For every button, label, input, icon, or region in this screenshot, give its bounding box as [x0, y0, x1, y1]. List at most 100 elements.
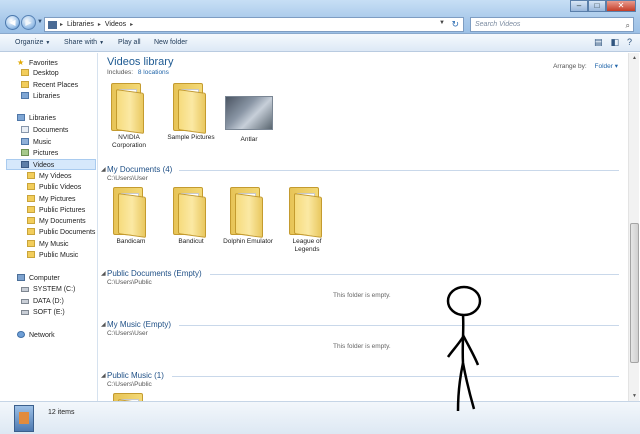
minimize-button[interactable]: – — [570, 0, 588, 12]
breadcrumb-videos[interactable]: Videos — [105, 21, 126, 28]
breadcrumb-libraries[interactable]: Libraries — [67, 21, 94, 28]
close-button[interactable]: ✕ — [606, 0, 636, 12]
window-controls: – □ ✕ — [570, 0, 636, 12]
breadcrumb-separator-icon[interactable]: ▸ — [60, 21, 63, 28]
preview-pane-icon[interactable]: ◧ — [610, 37, 619, 48]
sidebar-item-label: Public Pictures — [39, 207, 86, 214]
arrange-by-dropdown[interactable]: Folder ▾ — [594, 63, 618, 70]
sidebar-item-drive-e[interactable]: SOFT (E:) — [21, 307, 65, 318]
sidebar-item-public-pictures[interactable]: Public Pictures — [27, 205, 85, 216]
recent-pages-dropdown-icon[interactable]: ▼ — [37, 19, 43, 25]
vertical-scrollbar[interactable]: ▲ ▼ — [628, 53, 639, 401]
address-bar[interactable]: ▸ Libraries ▸ Videos ▸ ▼ ↻ — [44, 17, 464, 32]
group-public-music[interactable]: ◢ Public Music (1) C:\Users\Public — [101, 371, 619, 388]
sidebar-item-my-music[interactable]: My Music — [27, 239, 69, 250]
maximize-button[interactable]: □ — [588, 0, 606, 12]
stick-figure-head — [446, 285, 482, 317]
sidebar-item-pictures[interactable]: Pictures — [21, 148, 58, 159]
breadcrumb-separator-icon[interactable]: ▸ — [130, 21, 133, 28]
locations-link[interactable]: 8 locations — [138, 69, 169, 76]
arrange-by-value: Folder — [594, 63, 613, 70]
group-my-music[interactable]: ◢ My Music (Empty) C:\Users\User This fo… — [101, 320, 619, 354]
search-icon[interactable]: ⌕ — [626, 19, 630, 32]
folder-item[interactable]: Bandicut — [165, 187, 217, 246]
folder-icon — [289, 187, 325, 238]
folder-icon — [27, 206, 35, 213]
group-divider — [210, 274, 619, 275]
library-includes: Includes: 8 locations — [107, 69, 169, 76]
sidebar-item-favorites[interactable]: ★ Favorites — [17, 57, 58, 68]
play-all-button[interactable]: Play all — [118, 39, 141, 46]
sidebar-item-label: My Pictures — [39, 196, 76, 203]
group-divider — [179, 325, 619, 326]
sidebar-item-music[interactable]: Music — [21, 137, 51, 148]
folder-item[interactable]: NVIDIA Corporation — [103, 83, 155, 150]
sidebar-item-drive-c[interactable]: SYSTEM (C:) — [21, 284, 75, 295]
collapse-icon[interactable]: ◢ — [101, 270, 106, 277]
chevron-down-icon: ▼ — [45, 40, 51, 46]
drive-icon — [21, 310, 29, 315]
sidebar-item-network[interactable]: Network — [17, 330, 55, 341]
breadcrumb-separator-icon[interactable]: ▸ — [98, 21, 101, 28]
search-placeholder: Search Videos — [475, 21, 521, 28]
videos-icon — [21, 161, 29, 168]
sidebar-item-my-videos[interactable]: My Videos — [27, 171, 72, 182]
stick-figure-right-arm — [461, 334, 480, 366]
scrollbar-thumb[interactable] — [630, 223, 639, 363]
computer-icon — [17, 274, 25, 281]
pictures-icon — [21, 149, 29, 156]
sidebar-item-documents[interactable]: Documents — [21, 125, 68, 136]
back-button[interactable]: ◀ — [5, 15, 20, 30]
folder-item[interactable]: Dolphin Emulator — [222, 187, 274, 246]
group-divider — [172, 376, 619, 377]
sidebar-item-label: Videos — [33, 162, 55, 169]
folder-item[interactable]: Bandicam — [105, 187, 157, 246]
sidebar-item-libraries-fav[interactable]: Libraries — [21, 91, 60, 102]
forward-button[interactable]: ▶ — [21, 15, 36, 30]
navigation-pane: ★ Favorites Desktop Recent Places Librari… — [0, 53, 98, 401]
sidebar-item-recent-places[interactable]: Recent Places — [21, 80, 78, 91]
sidebar-item-videos[interactable]: Videos — [6, 159, 96, 170]
sidebar-item-public-videos[interactable]: Public Videos — [27, 182, 81, 193]
sidebar-item-computer[interactable]: Computer — [17, 273, 60, 284]
scroll-down-icon[interactable]: ▼ — [629, 391, 640, 401]
sidebar-item-my-pictures[interactable]: My Pictures — [27, 194, 76, 205]
video-item[interactable]: Antlar — [223, 90, 275, 144]
collapse-icon[interactable]: ◢ — [101, 166, 106, 173]
stick-figure-left-arm — [446, 336, 465, 358]
folder-icon — [230, 187, 266, 238]
search-input[interactable]: Search Videos ⌕ — [470, 17, 634, 32]
group-title: My Documents (4) — [107, 165, 173, 174]
folder-item[interactable] — [105, 393, 157, 401]
folder-item[interactable]: League of Legends — [281, 187, 333, 254]
organize-label: Organize — [15, 39, 44, 46]
help-icon[interactable]: ? — [627, 37, 632, 48]
view-options-icon[interactable]: ▤ — [594, 37, 603, 48]
sidebar-item-label: Desktop — [33, 70, 59, 77]
share-with-button[interactable]: Share with ▼ — [64, 39, 104, 46]
address-dropdown-icon[interactable]: ▼ — [439, 20, 445, 26]
refresh-icon[interactable]: ↻ — [451, 19, 459, 30]
folder-item[interactable]: Sample Pictures — [165, 83, 217, 142]
folder-icon — [111, 83, 147, 134]
scroll-up-icon[interactable]: ▲ — [629, 53, 640, 63]
folder-icon — [173, 83, 209, 134]
collapse-icon[interactable]: ◢ — [101, 372, 106, 379]
group-my-documents[interactable]: ◢ My Documents (4) C:\Users\User — [101, 165, 619, 182]
group-public-documents[interactable]: ◢ Public Documents (Empty) C:\Users\Publ… — [101, 269, 619, 303]
item-label: Bandicam — [116, 238, 146, 245]
new-folder-button[interactable]: New folder — [154, 39, 187, 46]
sidebar-item-desktop[interactable]: Desktop — [21, 68, 59, 79]
sidebar-item-label: Network — [29, 332, 55, 339]
group-path: C:\Users\User — [107, 330, 148, 337]
sidebar-item-label: My Documents — [39, 218, 86, 225]
collapse-icon[interactable]: ◢ — [101, 321, 106, 328]
organize-button[interactable]: Organize ▼ — [15, 39, 50, 46]
sidebar-item-my-documents[interactable]: My Documents — [27, 216, 86, 227]
sidebar-item-drive-d[interactable]: DATA (D:) — [21, 296, 64, 307]
sidebar-item-libraries[interactable]: Libraries — [17, 113, 56, 124]
arrange-by: Arrange by: Folder ▾ — [553, 62, 618, 70]
sidebar-item-public-music[interactable]: Public Music — [27, 250, 78, 261]
sidebar-item-public-documents[interactable]: Public Documents — [27, 227, 95, 238]
title-bar: ◀ ▶ ▼ ▸ Libraries ▸ Videos ▸ ▼ ↻ Search … — [0, 0, 640, 34]
